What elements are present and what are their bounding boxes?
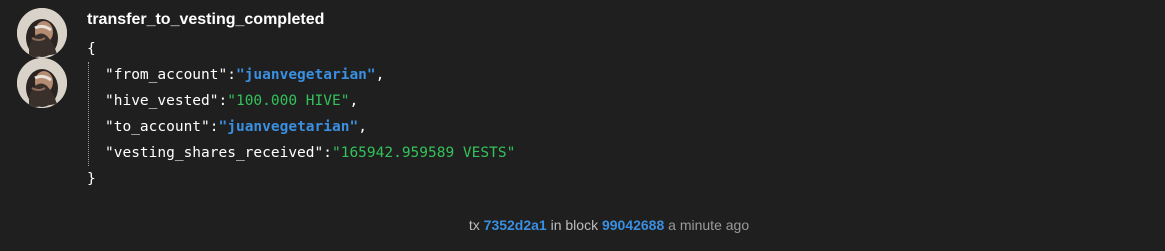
json-colon: : [209, 119, 219, 135]
json-colon: : [323, 145, 332, 161]
from-account-link[interactable]: "juanvegetarian" [236, 67, 376, 83]
json-key: "vesting_shares_received" [105, 145, 324, 161]
avatar-photo-icon [17, 8, 67, 58]
json-field-hive-vested: "hive_vested":"100.000 HIVE", [105, 88, 515, 114]
block-number-link[interactable]: 99042688 [602, 217, 664, 233]
json-key: "to_account" [105, 119, 210, 135]
tx-id-link[interactable]: 7352d2a1 [484, 217, 547, 233]
json-comma: , [358, 119, 367, 135]
block-label: in block [550, 217, 599, 233]
operation-json: { "from_account":"juanvegetarian", "hive… [87, 36, 515, 192]
to-account-link[interactable]: "juanvegetarian" [219, 119, 359, 135]
from-account-avatar[interactable] [17, 8, 67, 58]
tx-label: tx [468, 217, 480, 233]
json-open-brace: { [87, 41, 96, 57]
json-colon: : [227, 67, 236, 83]
operation-type-title: transfer_to_vesting_completed [87, 11, 325, 28]
hive-vested-value: "100.000 HIVE" [227, 93, 350, 109]
json-field-to-account: "to_account":"juanvegetarian", [105, 114, 515, 140]
json-field-vesting-shares-received: "vesting_shares_received":"165942.959589… [105, 140, 515, 166]
json-body: "from_account":"juanvegetarian", "hive_v… [88, 62, 515, 166]
time-ago: a minute ago [668, 217, 750, 233]
avatar-photo-icon [17, 58, 67, 108]
operation-card: transfer_to_vesting_completed { "from_ac… [0, 0, 1165, 251]
json-comma: , [375, 67, 385, 83]
json-comma: , [349, 93, 359, 109]
json-key: "hive_vested" [105, 93, 219, 109]
json-field-from-account: "from_account":"juanvegetarian", [105, 62, 515, 88]
json-colon: : [218, 93, 228, 109]
vesting-shares-value: "165942.959589 VESTS" [331, 145, 516, 161]
json-key: "from_account" [105, 67, 228, 83]
transaction-footer: tx 7352d2a1 in block 99042688 a minute a… [0, 217, 1165, 233]
json-close-brace: } [87, 171, 96, 187]
to-account-avatar[interactable] [17, 58, 67, 108]
